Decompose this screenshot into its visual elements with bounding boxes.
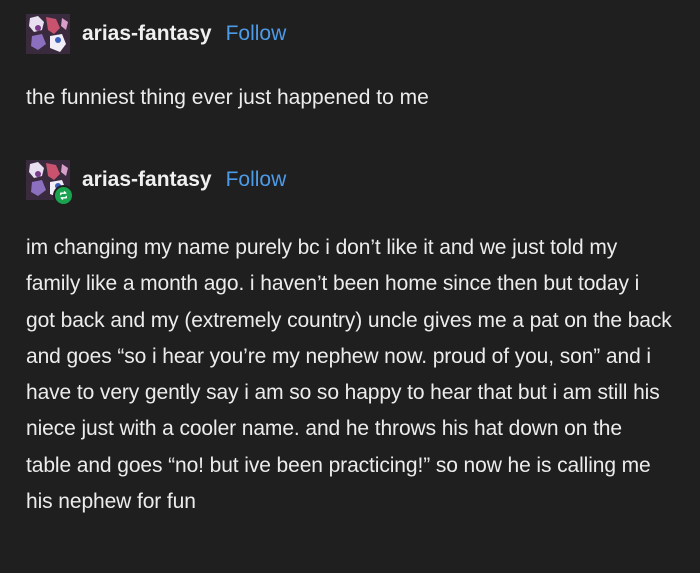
username[interactable]: arias-fantasy — [82, 22, 212, 46]
follow-button[interactable]: Follow — [226, 168, 287, 192]
post-header: arias-fantasy Follow — [26, 14, 286, 54]
post-header: arias-fantasy Follow — [26, 160, 287, 206]
reblog-icon — [53, 185, 74, 206]
post-body: the funniest thing ever just happened to… — [26, 86, 429, 109]
post-body: im changing my name purely bc i don’t li… — [26, 236, 672, 514]
avatar[interactable] — [26, 160, 74, 206]
anime-character-avatar-icon — [26, 14, 70, 54]
avatar[interactable] — [26, 14, 70, 54]
username[interactable]: arias-fantasy — [82, 168, 212, 192]
follow-button[interactable]: Follow — [226, 22, 287, 46]
